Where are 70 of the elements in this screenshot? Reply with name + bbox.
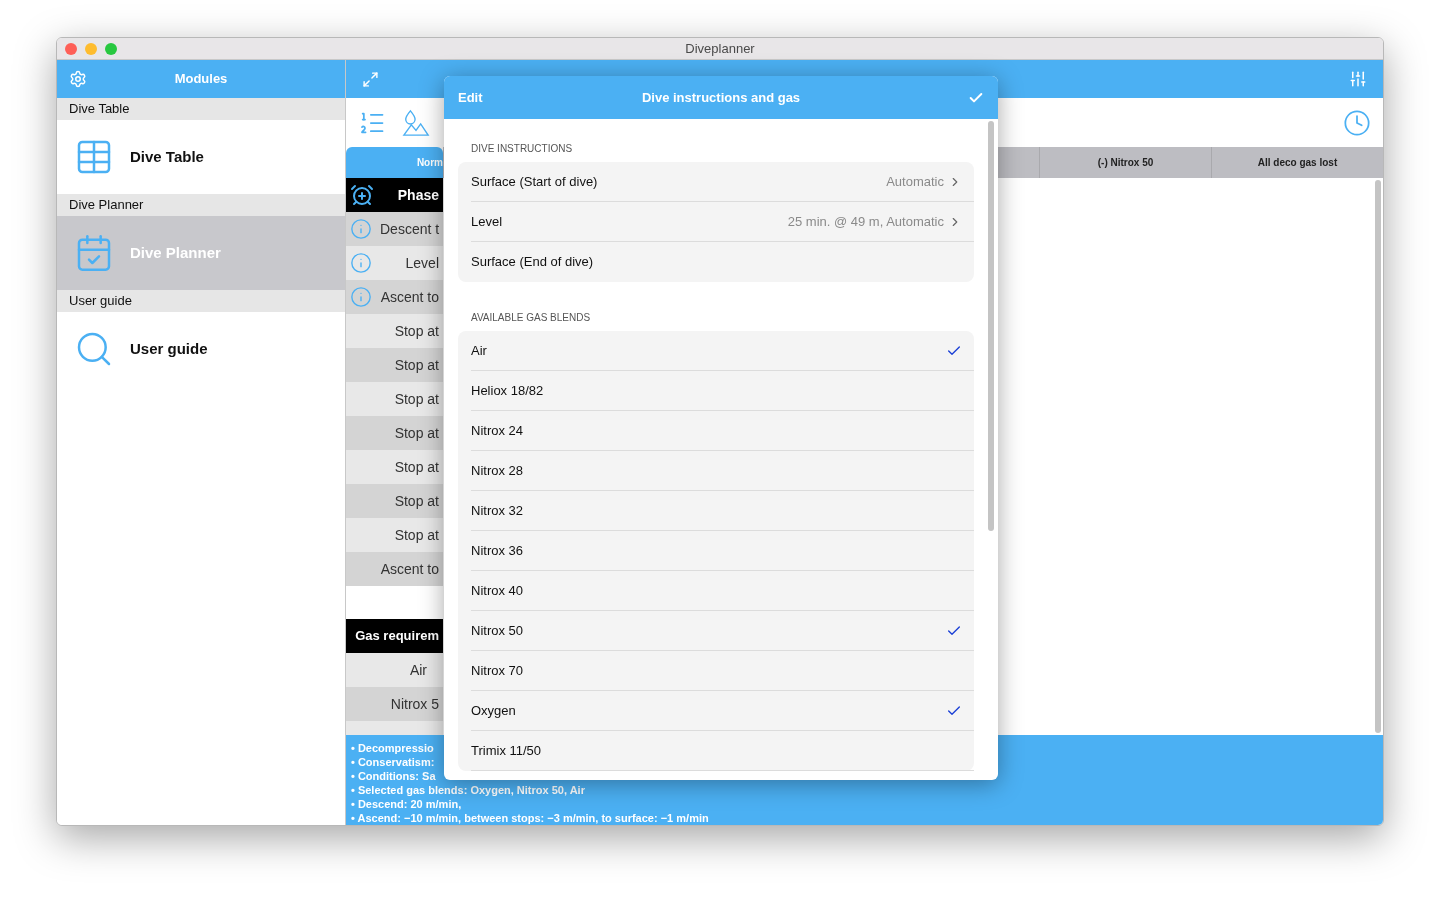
note-line: • Decompressio — [351, 741, 434, 755]
expand-icon[interactable] — [362, 70, 379, 88]
table-row[interactable]: Stop at — [346, 348, 443, 382]
clock-icon[interactable] — [1343, 108, 1371, 137]
gas-row[interactable]: Nitrox 32 — [471, 491, 974, 531]
table-row[interactable]: Stop at — [346, 450, 443, 484]
landscape-drop-icon[interactable] — [402, 108, 430, 137]
section-label: AVAILABLE GAS BLENDS — [470, 311, 592, 325]
gas-row[interactable]: Nitrox 24 — [471, 411, 974, 451]
instruction-row[interactable]: Surface (Start of dive) Automatic — [471, 162, 974, 202]
section-header: Dive Table — [57, 98, 345, 120]
note-line: • Ascend: −10 m/min, between stops: −3 m/min, to surface: −1 m/min — [351, 811, 709, 825]
phase-label: Ascent to — [380, 287, 439, 307]
zoom-button[interactable] — [105, 42, 117, 55]
section-label: DIVE INSTRUCTIONS — [470, 142, 574, 156]
gas-row[interactable]: Trimix 11/50 — [471, 731, 974, 771]
table-row[interactable]: Ascent to — [346, 552, 443, 586]
table-row[interactable]: Stop at — [346, 314, 443, 348]
section-header: User guide — [57, 290, 345, 312]
window-title: Diveplanner — [685, 39, 755, 58]
phase-label: Stop at — [394, 423, 439, 443]
gas-row[interactable]: Nitrox 28 — [471, 451, 974, 491]
sliders-icon[interactable] — [1349, 70, 1367, 88]
table-row[interactable]: Stop at — [346, 484, 443, 518]
note-line: • Selected gas blends: Oxygen, Nitrox 50, Air — [351, 783, 585, 797]
phase-label: Level — [405, 253, 439, 273]
phase-label: Stop at — [394, 491, 439, 511]
note-line: • Conservatism: — [351, 755, 435, 769]
phase-label: Stop at — [394, 457, 439, 477]
row-value: 25 min. @ 49 m, Automatic — [787, 212, 944, 231]
scrollbar[interactable] — [988, 121, 994, 531]
clock-plus-icon[interactable] — [350, 183, 374, 207]
table-row[interactable]: Level — [346, 246, 443, 280]
note-line: • Descend: 20 m/min, — [351, 797, 462, 811]
gas-row[interactable]: Nitrox 40 — [471, 571, 974, 611]
gas-row[interactable]: Air — [471, 331, 974, 371]
info-icon[interactable] — [350, 218, 372, 240]
section-header: Dive Planner — [57, 194, 345, 216]
table-row[interactable]: Stop at — [346, 416, 443, 450]
table-row: Nitrox 5 — [346, 687, 443, 721]
close-button[interactable] — [65, 42, 77, 55]
info-icon[interactable] — [350, 252, 372, 274]
table-row[interactable]: Ascent to — [346, 280, 443, 314]
gas-row[interactable]: Nitrox 70 — [471, 651, 974, 691]
table-header: Gas requirem — [346, 619, 443, 653]
row-value: Automatic — [886, 172, 944, 191]
settings-icon[interactable] — [69, 70, 87, 88]
gas-row[interactable]: Heliox 18/82 — [471, 371, 974, 411]
minimize-button[interactable] — [85, 42, 97, 55]
gas-row[interactable]: Nitrox 36 — [471, 531, 974, 571]
table-row[interactable]: Stop at — [346, 518, 443, 552]
phase-header: Phase — [397, 185, 439, 205]
phase-label: Stop at — [394, 525, 439, 545]
note-line: • Conditions: Sa — [351, 769, 436, 783]
dialog-title: Dive instructions and gas — [641, 88, 801, 107]
phase-label: Stop at — [394, 321, 439, 341]
scrollbar[interactable] — [1375, 180, 1381, 733]
instruction-row[interactable]: Level 25 min. @ 49 m, Automatic — [471, 202, 974, 242]
gas-row[interactable]: Oxygen — [471, 691, 974, 731]
phase-label: Stop at — [394, 389, 439, 409]
info-icon[interactable] — [350, 286, 372, 308]
phase-label: Descent t — [380, 219, 440, 239]
table-row[interactable]: Descent t — [346, 212, 443, 246]
table-row[interactable]: Stop at — [346, 382, 443, 416]
table-row: Air — [346, 653, 443, 687]
phase-label: Ascent to — [380, 559, 439, 579]
phase-label: Stop at — [394, 355, 439, 375]
instruction-row[interactable]: Surface (End of dive) — [471, 242, 974, 282]
gas-row[interactable]: Nitrox 50 — [471, 611, 974, 651]
sidebar-title: Modules — [174, 70, 228, 89]
